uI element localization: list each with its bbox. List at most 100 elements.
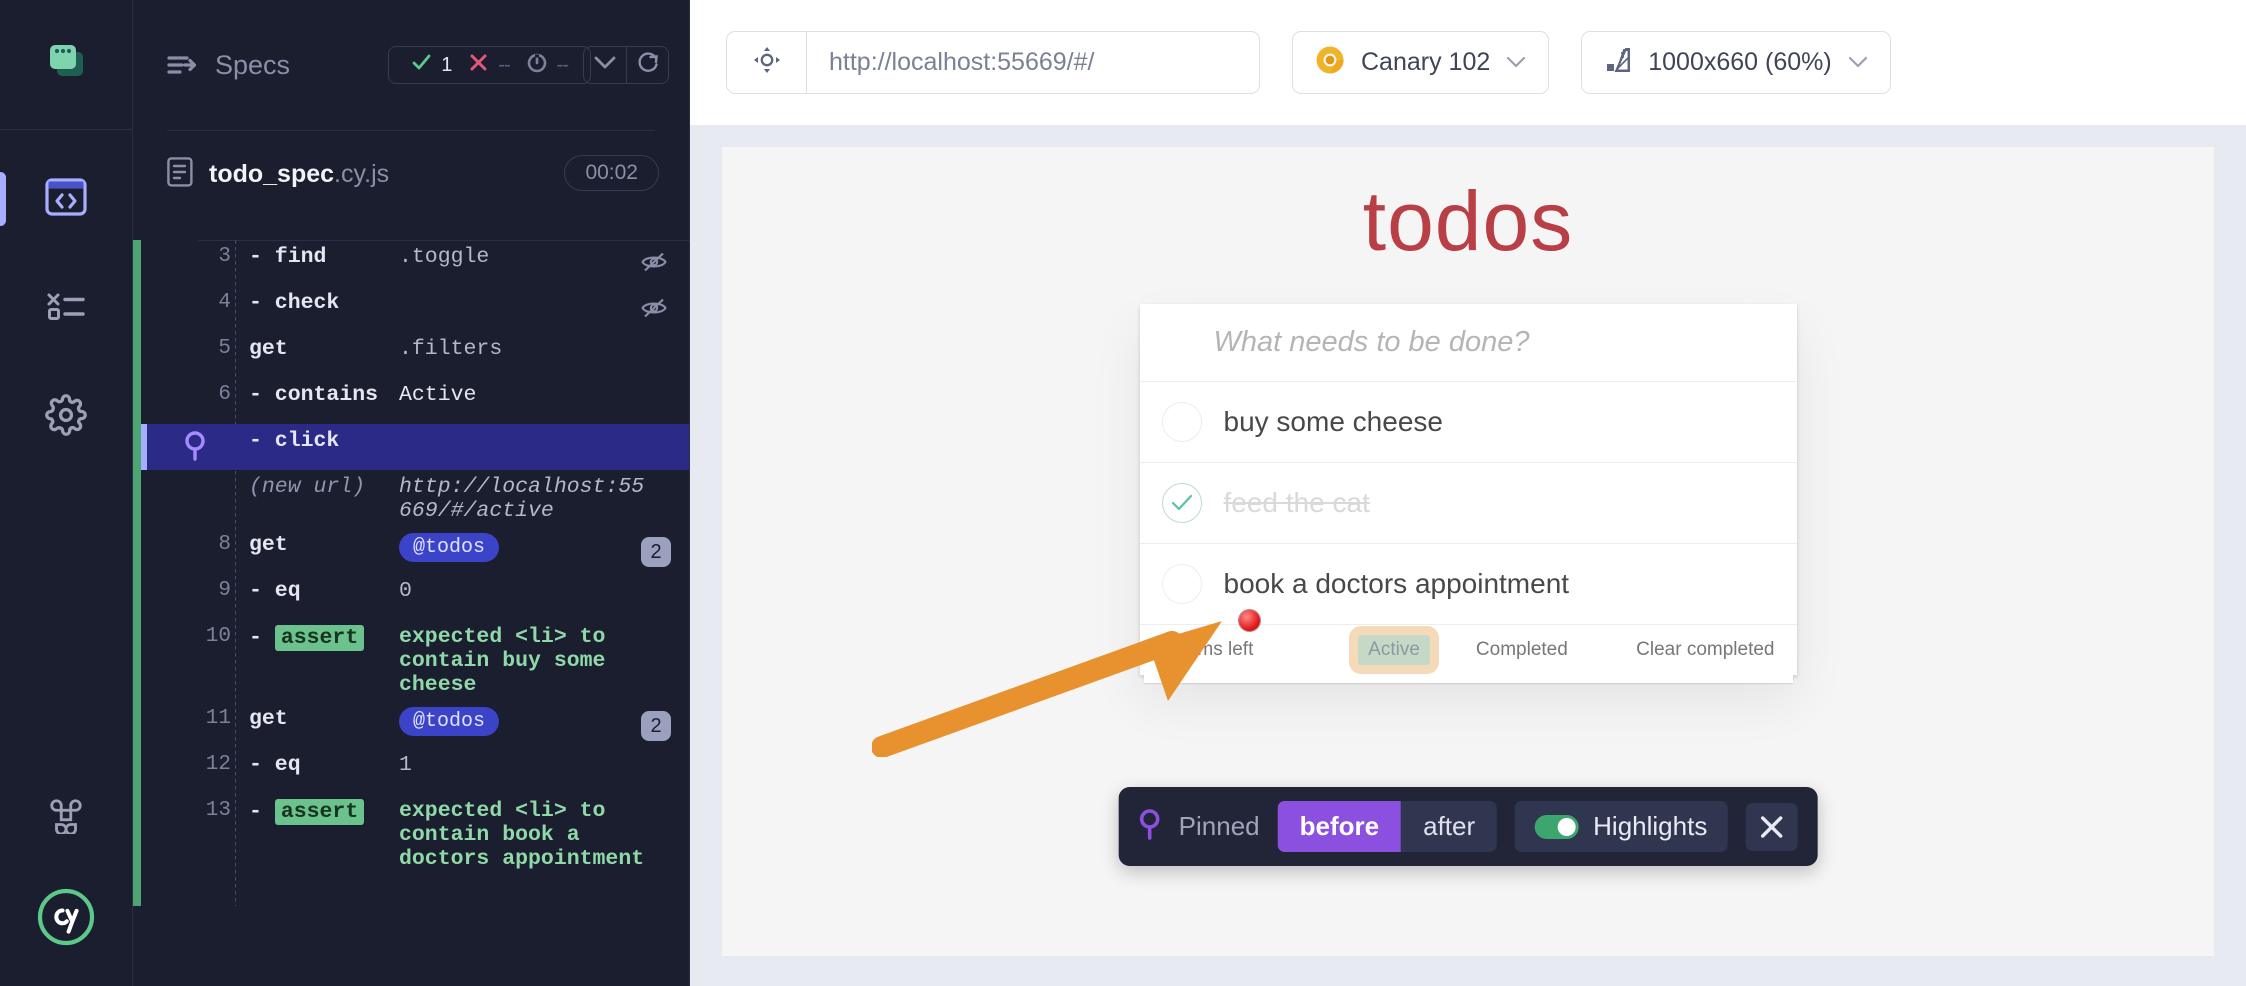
cypress-brand-button[interactable]: [35, 888, 97, 950]
command-log-list[interactable]: 3 - find .toggle 4 - check: [133, 240, 689, 906]
command-row[interactable]: 13 - assert expected <li> to contain boo…: [141, 794, 689, 876]
close-icon: [1758, 814, 1784, 840]
todo-checkbox[interactable]: [1162, 564, 1202, 604]
reload-icon: [636, 51, 660, 80]
toggle-specs-list-button[interactable]: [584, 47, 626, 83]
command-name: - eq: [249, 753, 399, 777]
todo-checkbox-checked[interactable]: [1162, 483, 1202, 523]
command-message: Active: [399, 383, 689, 407]
spec-name-ext: .cy.js: [334, 160, 389, 188]
command-row[interactable]: 6 - contains Active: [141, 378, 689, 424]
command-number: 8: [141, 533, 249, 556]
todo-list-item[interactable]: book a doctors appointment: [1140, 544, 1797, 625]
rail-logo-cell[interactable]: [0, 0, 132, 130]
todo-label: buy some cheese: [1224, 406, 1443, 438]
preview-pane: http://localhost:55669/#/ Canary 102: [690, 0, 2246, 986]
todo-list-item[interactable]: feed the cat: [1140, 463, 1797, 544]
rerun-tests-button[interactable]: [626, 47, 668, 83]
preview-toolbar: http://localhost:55669/#/ Canary 102: [690, 0, 2246, 125]
alias-badge: @todos: [399, 533, 499, 562]
command-row[interactable]: 3 - find .toggle: [141, 240, 689, 286]
todo-checkbox[interactable]: [1162, 402, 1202, 442]
todo-label: feed the cat: [1224, 487, 1370, 519]
status-failed: --: [460, 52, 517, 78]
command-name: - click: [249, 429, 399, 453]
clear-completed-button[interactable]: Clear completed: [1636, 639, 1774, 661]
new-todo-input[interactable]: What needs to be done?: [1140, 304, 1797, 382]
command-name: - find: [249, 245, 399, 269]
before-after-toggle: before after: [1278, 801, 1498, 852]
command-row[interactable]: 4 - check: [141, 286, 689, 332]
left-icon-rail: [0, 0, 133, 986]
eye-off-icon[interactable]: [641, 252, 667, 279]
chevron-down-icon: [1848, 52, 1868, 74]
browser-selector[interactable]: Canary 102: [1292, 31, 1549, 94]
collapse-sidebar-icon[interactable]: [167, 54, 197, 76]
runs-list-icon: [46, 290, 86, 327]
sidebar-item-settings[interactable]: [0, 386, 132, 448]
toggle-switch[interactable]: [1535, 815, 1579, 839]
spec-file-row[interactable]: todo_spec.cy.js 00:02: [133, 131, 689, 214]
viewport-size: 1000x660 (60%): [1648, 48, 1831, 77]
chevron-down-icon: [594, 56, 616, 75]
viewport-selector[interactable]: 1000x660 (60%): [1581, 31, 1890, 94]
circle-dashed-icon: [526, 52, 548, 79]
browser-name: Canary 102: [1361, 48, 1490, 77]
command-key-icon: [47, 796, 85, 839]
command-message: 1: [399, 753, 689, 777]
command-row[interactable]: 12 - eq 1: [141, 748, 689, 794]
after-button[interactable]: after: [1401, 801, 1497, 852]
sidebar-item-specs[interactable]: [0, 168, 132, 230]
command-row[interactable]: 8 get @todos 2: [141, 528, 689, 574]
command-row[interactable]: 11 get @todos 2: [141, 702, 689, 748]
close-pinned-button[interactable]: [1745, 803, 1797, 851]
command-row[interactable]: 5 get .filters: [141, 332, 689, 378]
command-message: 0: [399, 579, 689, 603]
command-name: get: [249, 337, 399, 361]
sidebar-item-runs[interactable]: [0, 277, 132, 339]
command-log-panel: Specs 1 -- -: [133, 0, 690, 986]
url-input[interactable]: http://localhost:55669/#/: [807, 32, 1259, 93]
page-title: Specs: [215, 50, 290, 81]
command-number: 3: [141, 245, 249, 268]
filter-active[interactable]: Active: [1358, 635, 1430, 665]
x-icon: [468, 52, 489, 78]
status-pending: --: [518, 52, 576, 79]
cypress-test-runner: Specs 1 -- -: [0, 0, 2246, 986]
spec-name-base: todo_spec: [209, 160, 334, 188]
chevron-down-icon: [1506, 52, 1526, 74]
eye-off-icon[interactable]: [641, 298, 667, 325]
alias-badge: @todos: [399, 707, 499, 736]
command-name: get: [249, 707, 399, 731]
command-row[interactable]: 9 - eq 0: [141, 574, 689, 620]
filter-completed[interactable]: Completed: [1466, 635, 1578, 665]
todo-list-item[interactable]: buy some cheese: [1140, 382, 1797, 463]
command-name: - assert: [249, 799, 399, 825]
command-name: get: [249, 533, 399, 557]
spec-timer: 00:02: [564, 155, 659, 191]
ruler-icon: [1604, 46, 1632, 79]
new-url-value: http://localhost:55669/#/active: [399, 475, 689, 523]
element-selector-button[interactable]: [727, 32, 807, 93]
failed-count: --: [498, 54, 509, 77]
keyboard-shortcuts-button[interactable]: [35, 786, 97, 848]
assert-tag: assert: [275, 625, 364, 651]
command-name: - eq: [249, 579, 399, 603]
command-number: 13: [141, 799, 249, 822]
cypress-cy-logo-icon: [35, 886, 97, 953]
pin-icon[interactable]: [141, 429, 249, 461]
command-row-selected[interactable]: - click: [141, 424, 689, 470]
command-row[interactable]: 10 - assert expected <li> to contain buy…: [141, 620, 689, 702]
url-bar[interactable]: http://localhost:55669/#/: [726, 31, 1260, 94]
header-buttons: [583, 46, 669, 84]
spec-file-icon: [167, 157, 193, 192]
status-passed: 1: [403, 52, 460, 78]
command-name: - contains: [249, 383, 399, 407]
highlights-toggle[interactable]: Highlights: [1515, 801, 1727, 852]
before-button[interactable]: before: [1278, 801, 1401, 852]
command-count-badge: 2: [641, 711, 671, 741]
pinned-snapshot-toolbar: Pinned before after Highlights: [1119, 787, 1818, 866]
test-pass-strip: [133, 240, 141, 906]
items-left-count: 2 items left: [1162, 639, 1254, 661]
rail-nav-items: [0, 130, 132, 448]
